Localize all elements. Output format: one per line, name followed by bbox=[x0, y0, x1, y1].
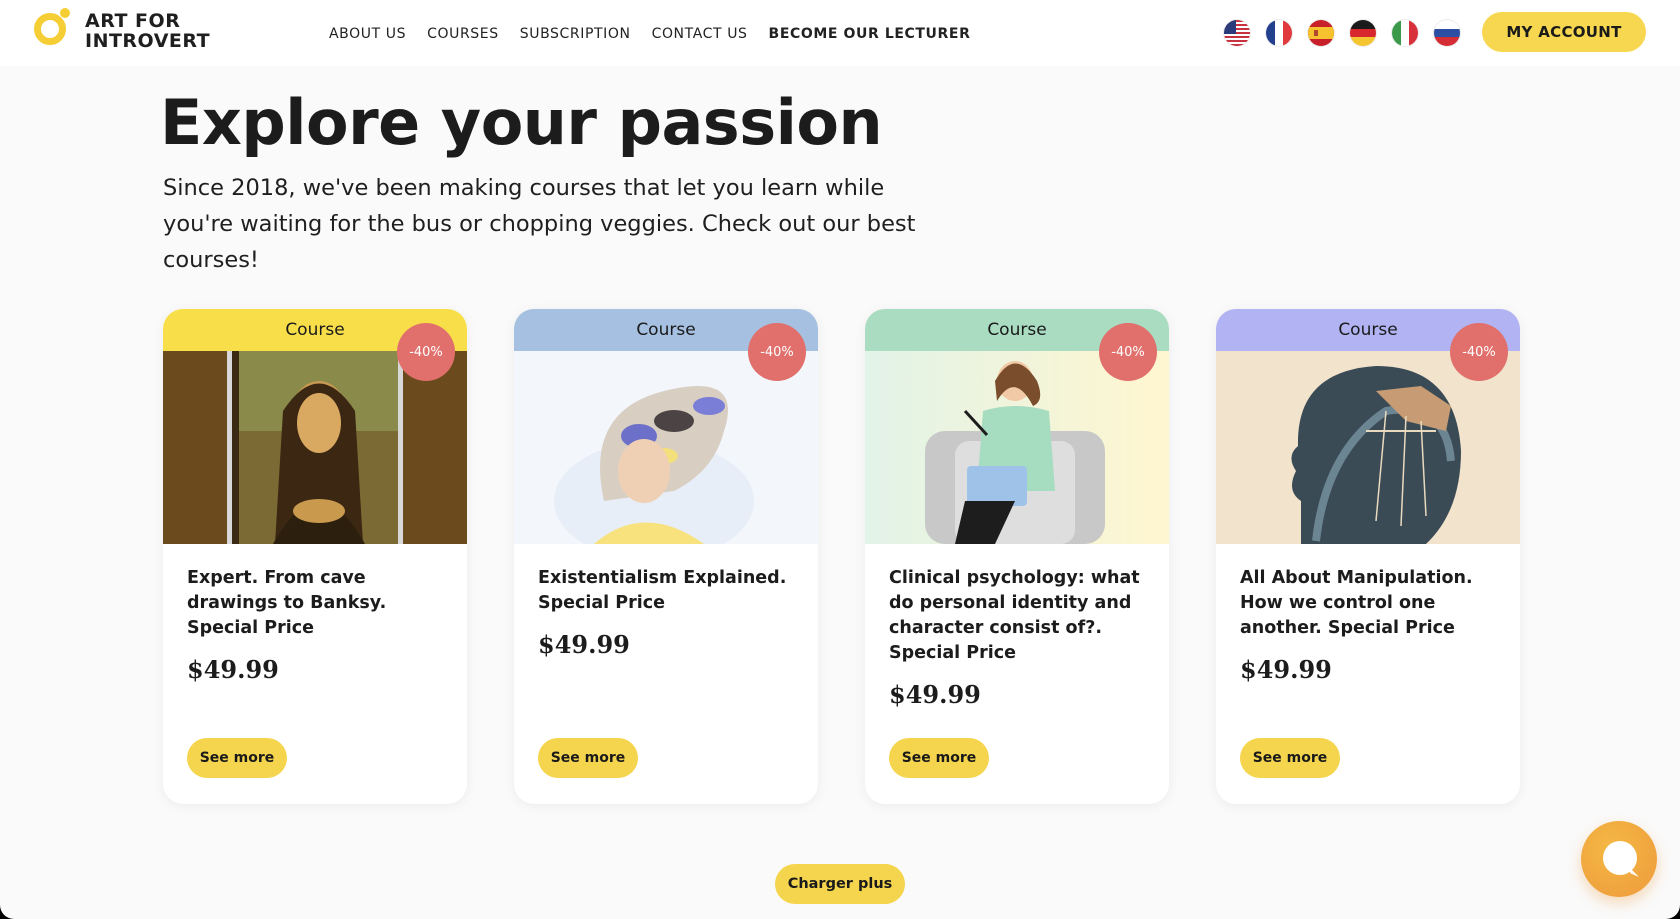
logo-ring-icon bbox=[34, 13, 66, 45]
france-flag-icon[interactable] bbox=[1266, 20, 1292, 46]
nav-become-lecturer[interactable]: BECOME OUR LECTURER bbox=[769, 26, 971, 42]
see-more-button[interactable]: See more bbox=[538, 738, 638, 778]
course-title-block: Expert. From cave drawings to Banksy. Sp… bbox=[187, 566, 449, 682]
course-list: Course -40% Expert. From cave drawings t… bbox=[163, 309, 1520, 804]
nav-about-us[interactable]: ABOUT US bbox=[329, 26, 406, 42]
page: ART FOR INTROVERT ABOUT US COURSES SUBSC… bbox=[0, 0, 1680, 919]
language-switcher bbox=[1224, 20, 1460, 46]
course-title-block: Existentialism Explained. Special Price … bbox=[538, 566, 800, 657]
us-flag-icon[interactable] bbox=[1224, 20, 1250, 46]
course-title[interactable]: Existentialism Explained. Special Price bbox=[538, 566, 800, 616]
russia-flag-icon[interactable] bbox=[1434, 20, 1460, 46]
course-title[interactable]: All About Manipulation. How we control o… bbox=[1240, 566, 1502, 641]
course-price: $49.99 bbox=[187, 655, 279, 684]
logo-line-1: ART FOR bbox=[85, 10, 181, 32]
logo[interactable]: ART FOR INTROVERT bbox=[34, 8, 224, 54]
discount-badge: -40% bbox=[1099, 323, 1157, 381]
page-title: Explore your passion bbox=[160, 86, 883, 159]
course-price: $49.99 bbox=[1240, 655, 1332, 684]
discount-badge: -40% bbox=[1450, 323, 1508, 381]
course-card[interactable]: Course -40% Expert. From cave drawings t… bbox=[163, 309, 467, 804]
see-more-button[interactable]: See more bbox=[187, 738, 287, 778]
nav-courses[interactable]: COURSES bbox=[427, 26, 499, 42]
course-title[interactable]: Clinical psychology: what do personal id… bbox=[889, 566, 1151, 666]
discount-badge: -40% bbox=[397, 323, 455, 381]
my-account-button[interactable]: MY ACCOUNT bbox=[1482, 12, 1646, 52]
chat-widget-button[interactable] bbox=[1581, 821, 1657, 897]
see-more-button[interactable]: See more bbox=[1240, 738, 1340, 778]
italy-flag-icon[interactable] bbox=[1392, 20, 1418, 46]
course-card[interactable]: Course -40% All About Manipulation. How … bbox=[1216, 309, 1520, 804]
course-title-block: Clinical psychology: what do personal id… bbox=[889, 566, 1151, 707]
spain-flag-icon[interactable] bbox=[1308, 20, 1334, 46]
course-card[interactable]: Course -40% Clinical psychology: what do… bbox=[865, 309, 1169, 804]
nav-contact-us[interactable]: CONTACT US bbox=[652, 26, 748, 42]
logo-dot-icon bbox=[60, 8, 70, 18]
see-more-button[interactable]: See more bbox=[889, 738, 989, 778]
course-card[interactable]: Course -40% Existentialism Explained. Sp… bbox=[514, 309, 818, 804]
nav-subscription[interactable]: SUBSCRIPTION bbox=[520, 26, 631, 42]
logo-text: ART FOR INTROVERT bbox=[85, 11, 210, 51]
course-price: $49.99 bbox=[538, 630, 630, 659]
hero-subtitle: Since 2018, we've been making courses th… bbox=[163, 175, 916, 273]
course-title-block: All About Manipulation. How we control o… bbox=[1240, 566, 1502, 682]
logo-line-2: INTROVERT bbox=[85, 30, 211, 52]
load-more-button[interactable]: Charger plus bbox=[775, 864, 905, 904]
course-title[interactable]: Expert. From cave drawings to Banksy. Sp… bbox=[187, 566, 449, 641]
discount-badge: -40% bbox=[748, 323, 806, 381]
course-price: $49.99 bbox=[889, 680, 981, 709]
main-nav: ABOUT US COURSES SUBSCRIPTION CONTACT US… bbox=[329, 26, 991, 42]
germany-flag-icon[interactable] bbox=[1350, 20, 1376, 46]
site-header: ART FOR INTROVERT ABOUT US COURSES SUBSC… bbox=[0, 0, 1680, 66]
